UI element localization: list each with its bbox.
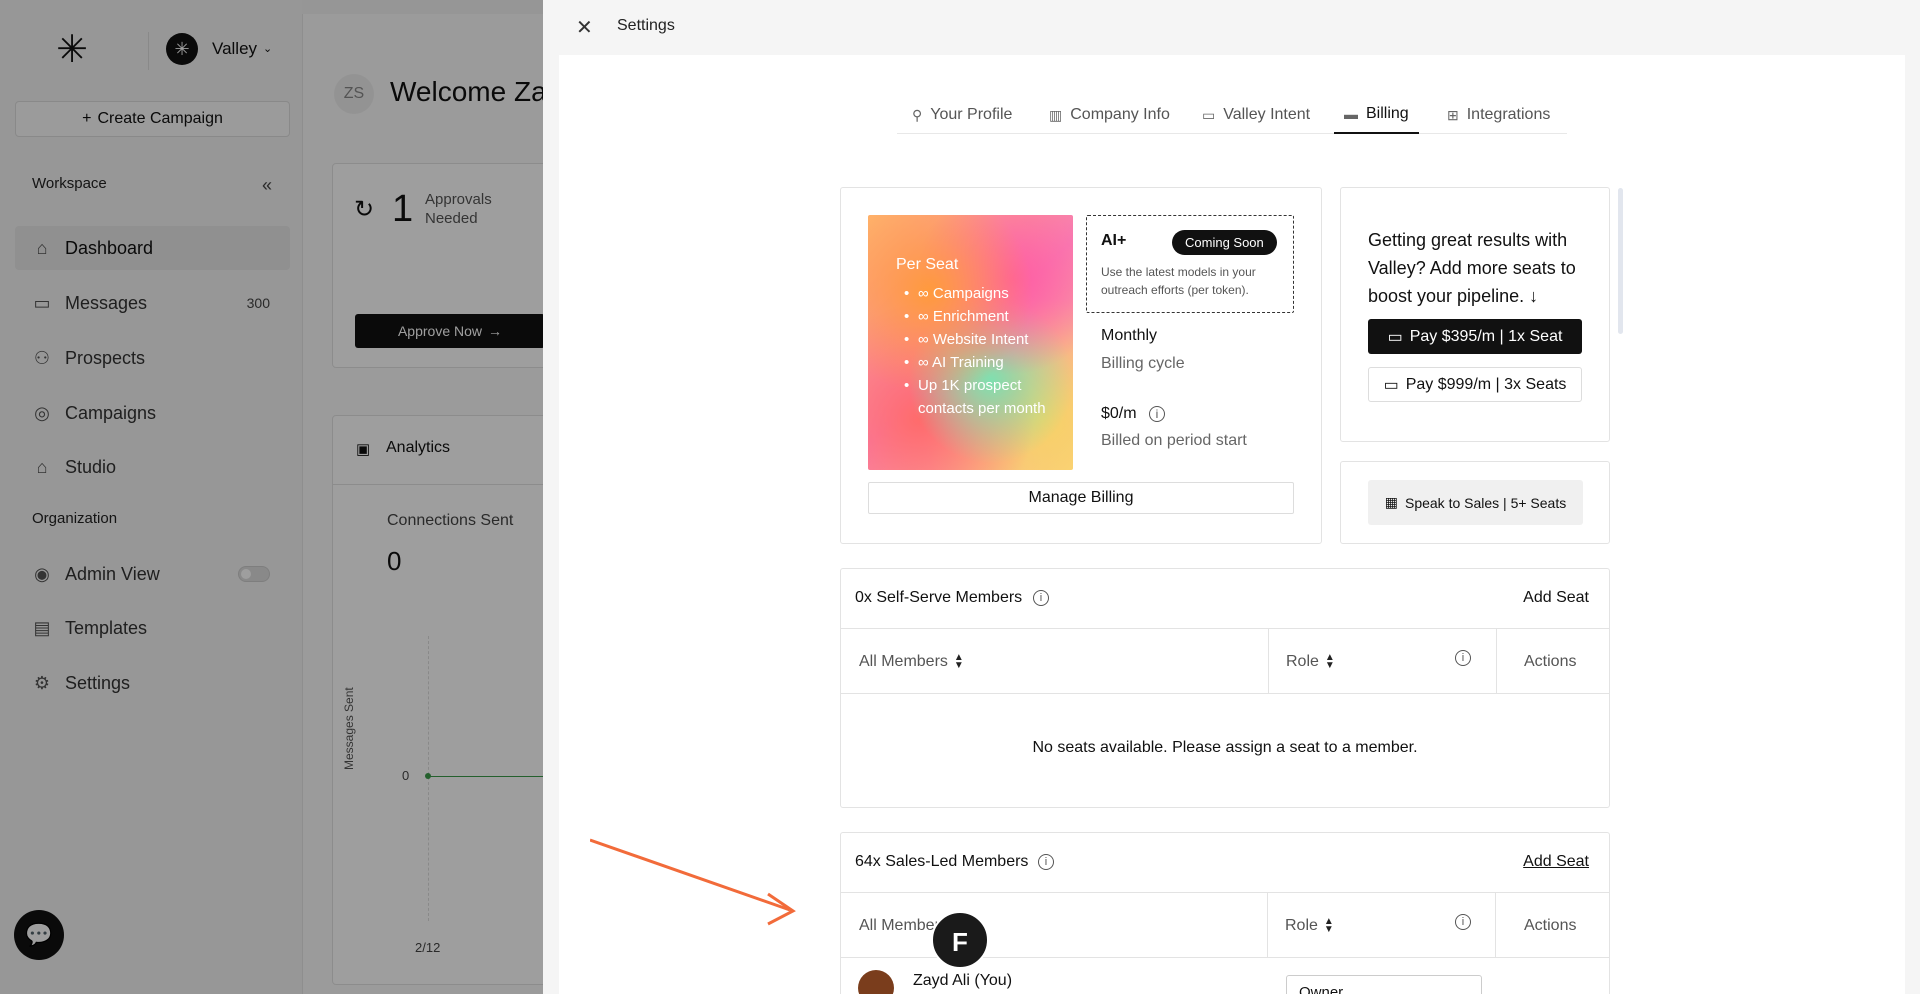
column-actions: Actions <box>1524 916 1577 934</box>
plan-title: Per Seat <box>896 256 959 273</box>
column-label: Role <box>1285 916 1318 934</box>
tab-company-info[interactable]: ▥ Company Info <box>1049 96 1170 134</box>
table-column-headers: All Members ▲ ▼ Role ▲ ▼ i Actions <box>841 629 1609 694</box>
divider <box>1496 629 1497 693</box>
divider <box>1268 629 1269 693</box>
add-seat-button[interactable]: Add Seat <box>1523 589 1589 607</box>
info-icon[interactable]: i <box>1455 914 1471 930</box>
tab-integrations[interactable]: ⊞ Integrations <box>1447 96 1550 134</box>
plan-feature: ∞ AI Training <box>904 351 1048 374</box>
info-icon[interactable]: i <box>1038 854 1054 870</box>
member-name: Zayd Ali (You) <box>913 972 1013 989</box>
info-icon[interactable]: i <box>1455 650 1471 666</box>
column-all-members[interactable]: All Members ▲ ▼ <box>859 629 964 694</box>
billing-cycle-label: Billing cycle <box>1101 355 1185 372</box>
empty-state-message: No seats available. Please assign a seat… <box>1032 739 1418 756</box>
ai-plus-title: AI+ <box>1101 232 1127 249</box>
drawer-title: Settings <box>617 17 675 34</box>
tab-valley-intent[interactable]: ▭ Valley Intent <box>1202 96 1310 134</box>
plan-feature: ∞ Campaigns <box>904 282 1048 305</box>
pay-1-seat-label: Pay $395/m | 1x Seat <box>1409 327 1563 345</box>
sort-icon[interactable]: ▲ ▼ <box>954 652 964 670</box>
column-role[interactable]: Role ▲ ▼ <box>1285 893 1334 958</box>
floating-app-icon[interactable]: F <box>931 911 989 969</box>
credit-card-icon: ▬ <box>1344 106 1358 122</box>
role-select[interactable]: Owner <box>1286 975 1482 994</box>
self-serve-members-table: 0x Self-Serve Members i Add Seat All Mem… <box>840 568 1610 808</box>
tab-billing[interactable]: ▬ Billing <box>1334 96 1419 134</box>
plan-feature: Up 1K prospect contacts per month <box>904 374 1048 420</box>
card-icon: ▭ <box>1383 376 1399 394</box>
modal-backdrop[interactable] <box>0 0 543 994</box>
pay-3-seats-label: Pay $999/m | 3x Seats <box>1405 375 1567 393</box>
pay-1-seat-button[interactable]: ▭ Pay $395/m | 1x Seat <box>1368 319 1582 354</box>
card-icon: ▭ <box>1387 328 1403 346</box>
user-edit-icon: ⚲ <box>912 106 923 123</box>
column-actions: Actions <box>1524 652 1577 670</box>
sort-icon[interactable]: ▲ ▼ <box>1325 652 1335 670</box>
scrollbar-thumb[interactable] <box>1618 188 1623 334</box>
sort-icon[interactable]: ▲ ▼ <box>1324 916 1334 934</box>
divider <box>1495 893 1496 957</box>
column-label: All Members <box>859 652 948 670</box>
info-icon[interactable]: i <box>1149 406 1165 422</box>
price-value: $0/m <box>1101 405 1137 422</box>
arrow-shaft <box>590 838 791 912</box>
add-seat-button[interactable]: Add Seat <box>1523 853 1589 871</box>
annotation-arrow-icon <box>590 838 796 926</box>
table-header: 64x Sales-Led Members i Add Seat <box>841 833 1609 893</box>
info-icon[interactable]: i <box>1033 590 1049 606</box>
building-icon: ▥ <box>1049 106 1063 123</box>
divider <box>1267 893 1268 957</box>
manage-billing-button[interactable]: Manage Billing <box>868 482 1294 514</box>
tab-your-profile[interactable]: ⚲ Your Profile <box>912 96 1012 134</box>
tab-label: Company Info <box>1070 106 1170 123</box>
self-serve-title: 0x Self-Serve Members <box>855 589 1023 606</box>
upsell-text: Getting great results with Valley? Add m… <box>1368 230 1576 306</box>
billing-cycle-value: Monthly <box>1101 327 1158 344</box>
plan-feature: ∞ Enrichment <box>904 305 1048 328</box>
tab-label: Integrations <box>1466 106 1551 123</box>
sales-led-title: 64x Sales-Led Members <box>855 853 1029 870</box>
column-label: Role <box>1286 652 1319 670</box>
table-header: 0x Self-Serve Members i Add Seat <box>841 569 1609 629</box>
arrow-head <box>767 892 796 926</box>
coming-soon-badge: Coming Soon <box>1172 230 1277 255</box>
speak-to-sales-label: Speak to Sales | 5+ Seats <box>1404 494 1567 511</box>
tab-label: Valley Intent <box>1223 106 1311 123</box>
ai-plus-description: Use the latest models in your outreach e… <box>1101 265 1256 297</box>
pay-3-seats-button[interactable]: ▭ Pay $999/m | 3x Seats <box>1368 367 1582 402</box>
calendar-icon: ▦ <box>1384 494 1398 510</box>
plan-features: ∞ Campaigns ∞ Enrichment ∞ Website Inten… <box>904 282 1048 420</box>
grid-icon: ⊞ <box>1447 106 1459 123</box>
speak-to-sales-button[interactable]: ▦ Speak to Sales | 5+ Seats <box>1368 480 1583 525</box>
window-icon: ▭ <box>1202 106 1216 123</box>
tab-label: Billing <box>1366 105 1409 122</box>
close-icon[interactable]: ✕ <box>576 15 593 40</box>
price-label: Billed on period start <box>1101 432 1247 449</box>
plan-feature: ∞ Website Intent <box>904 328 1048 351</box>
settings-tabs: ⚲ Your Profile ▥ Company Info ▭ Valley I… <box>897 96 1567 134</box>
tab-label: Your Profile <box>930 106 1013 123</box>
column-role[interactable]: Role ▲ ▼ <box>1286 629 1335 694</box>
